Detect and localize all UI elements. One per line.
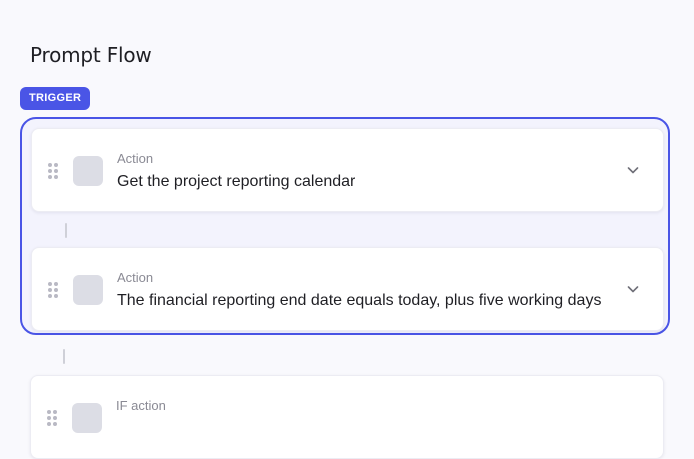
page-title: Prompt Flow <box>30 43 152 67</box>
trigger-group: Action Get the project reporting calenda… <box>20 117 670 335</box>
drag-handle-icon[interactable] <box>48 282 58 298</box>
card-text: The financial reporting end date equals … <box>117 292 602 309</box>
step-icon <box>72 403 102 433</box>
action-card[interactable]: Action The financial reporting end date … <box>31 247 664 331</box>
connector-line <box>63 349 65 364</box>
card-type-label: Action <box>117 151 154 166</box>
action-card[interactable]: Action Get the project reporting calenda… <box>31 128 664 212</box>
drag-handle-icon[interactable] <box>48 163 58 179</box>
step-icon <box>73 156 103 186</box>
trigger-badge: TRIGGER <box>20 87 91 110</box>
step-icon <box>73 275 103 305</box>
if-action-card[interactable]: IF action <box>30 375 664 459</box>
connector-line <box>65 223 67 238</box>
chevron-down-icon[interactable] <box>625 281 641 297</box>
drag-handle-icon[interactable] <box>47 410 57 426</box>
card-text: Get the project reporting calendar <box>117 173 356 190</box>
card-type-label: Action <box>117 270 154 285</box>
chevron-down-icon[interactable] <box>625 162 641 178</box>
card-type-label: IF action <box>116 398 166 413</box>
